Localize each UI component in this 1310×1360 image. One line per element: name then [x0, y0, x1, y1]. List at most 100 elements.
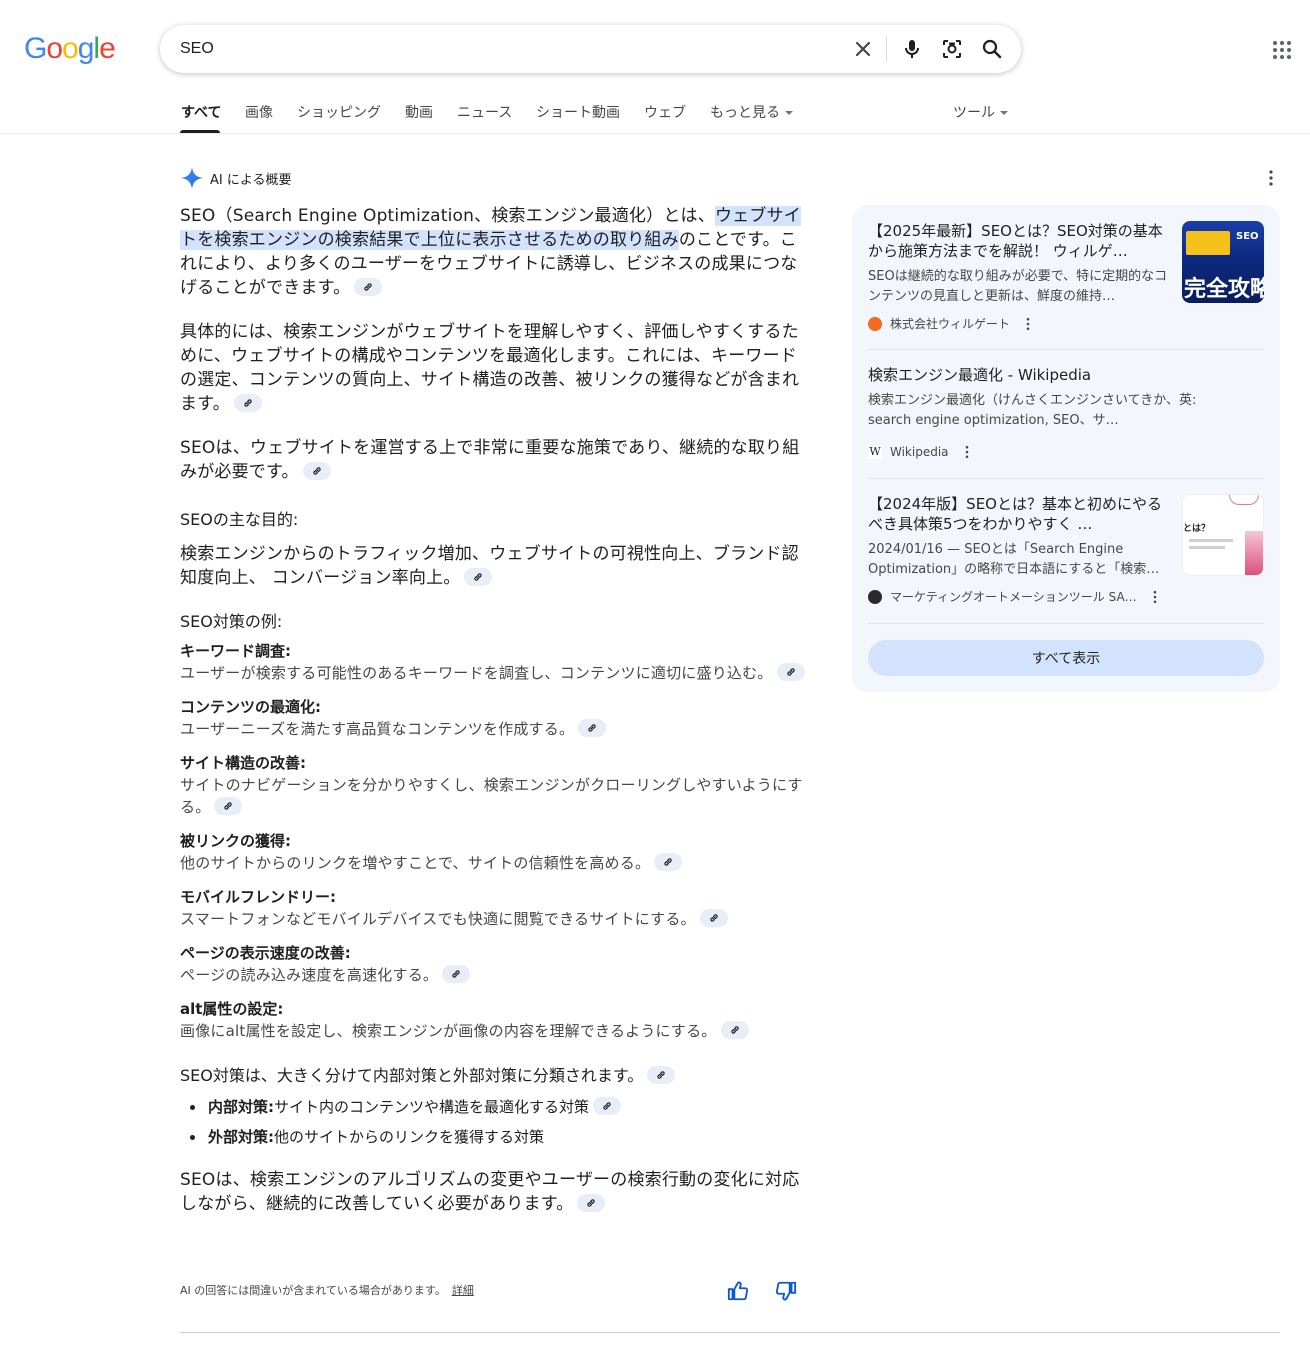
google-logo[interactable]: Google	[24, 32, 116, 66]
source-site[interactable]: 株式会社ウィルゲート	[868, 315, 1036, 332]
search-tabs: すべて 画像 ショッピング 動画 ニュース ショート動画 ウェブ もっと見る ツ…	[0, 90, 1310, 134]
link-icon	[224, 802, 233, 810]
logo-letter: g	[77, 32, 95, 65]
citation-link[interactable]	[464, 568, 493, 586]
section-divider	[180, 1332, 1280, 1333]
text-run: SEOは、ウェブサイトを運営する上で非常に重要な施策であり、継続的な取り組みが必…	[180, 438, 800, 482]
link-icon	[657, 1071, 665, 1079]
tab-more[interactable]: もっと見る	[710, 102, 793, 122]
site-name: Wikipedia	[890, 445, 949, 459]
thumbnail-text: とは？	[1183, 524, 1211, 534]
tab-shopping[interactable]: ショッピング	[297, 102, 381, 122]
tab-news[interactable]: ニュース	[457, 102, 512, 122]
citation-link[interactable]	[699, 909, 728, 927]
source-title[interactable]: 【2024年版】SEOとは？基本と初めにやるべき具体策5つをわかりやすく …	[868, 494, 1168, 534]
citation-link[interactable]	[442, 965, 471, 983]
citation-link[interactable]	[654, 853, 683, 871]
source-title[interactable]: 検索エンジン最適化 - Wikipedia	[868, 365, 1264, 385]
citation-link[interactable]	[647, 1066, 676, 1084]
thumbs-up-icon[interactable]	[727, 1280, 749, 1302]
disclaimer-text: AI の回答には間違いが含まれている場合があります。	[180, 1284, 446, 1297]
more-options-icon[interactable]	[1261, 168, 1281, 188]
citation-link[interactable]	[720, 1021, 749, 1039]
tab-images[interactable]: 画像	[245, 102, 273, 122]
microphone-icon[interactable]	[900, 37, 924, 61]
more-options-icon[interactable]	[959, 444, 975, 460]
citation-link[interactable]	[354, 278, 383, 296]
logo-letter: o	[62, 32, 79, 65]
example-title: 被リンクの獲得:	[180, 832, 291, 850]
text-run: 具体的には、検索エンジンがウェブサイトを理解しやすく、評価しやすくするために、ウ…	[180, 322, 800, 414]
lens-icon[interactable]	[940, 37, 964, 61]
citation-link[interactable]	[578, 719, 607, 737]
citation-link[interactable]	[302, 462, 331, 480]
link-icon	[244, 399, 252, 407]
example-desc: 他のサイトからのリンクを増やすことで、サイトの信頼性を高める。	[180, 852, 812, 874]
thumbnail-line	[1189, 546, 1225, 549]
tab-tools[interactable]: ツール	[953, 102, 1008, 122]
gemini-sparkle-icon	[181, 167, 203, 189]
tab-short-videos[interactable]: ショート動画	[536, 102, 620, 122]
chevron-down-icon	[1000, 111, 1008, 115]
example-title: モバイルフレンドリー:	[180, 888, 336, 906]
example-desc: ページの読み込み速度を高速化する。	[180, 964, 812, 986]
show-all-button[interactable]: すべて表示	[868, 640, 1264, 676]
source-thumbnail[interactable]: SEO 完全攻略	[1182, 221, 1264, 303]
example-item: 被リンクの獲得: 他のサイトからのリンクを増やすことで、サイトの信頼性を高める。	[180, 830, 812, 874]
wikipedia-icon: W	[868, 445, 882, 459]
details-link[interactable]: 詳細	[452, 1284, 474, 1297]
link-icon	[786, 668, 795, 676]
example-item: alt属性の設定: 画像にalt属性を設定し、検索エンジンが画像の内容を理解でき…	[180, 998, 812, 1042]
example-desc: ユーザーニーズを満たす高品質なコンテンツを作成する。	[180, 718, 812, 740]
example-title: キーワード調査:	[180, 642, 291, 660]
citation-link[interactable]	[776, 663, 805, 681]
citation-link[interactable]	[593, 1097, 622, 1115]
split-heading: SEO対策は、大きく分けて内部対策と外部対策に分類されます。	[180, 1064, 812, 1088]
thumbnail-decoration	[1229, 495, 1259, 505]
thumbs-down-icon[interactable]	[775, 1280, 797, 1302]
ai-paragraph: SEOは、検索エンジンのアルゴリズムの変更やユーザーの検索行動の変化に対応しなが…	[180, 1168, 812, 1216]
goals-text: 検索エンジンからのトラフィック増加、ウェブサイトの可視性向上、ブランド認知度向上…	[180, 542, 812, 590]
source-divider	[868, 478, 1264, 479]
ai-disclaimer: AI の回答には間違いが含まれている場合があります。 詳細	[180, 1282, 474, 1298]
source-site[interactable]: マーケティングオートメーションツール SA…	[868, 588, 1163, 605]
citation-link[interactable]	[214, 797, 243, 815]
source-thumbnail[interactable]: とは？	[1182, 494, 1264, 576]
tab-tools-label: ツール	[953, 105, 995, 121]
clear-icon[interactable]	[851, 37, 875, 61]
search-icon[interactable]	[980, 37, 1004, 61]
ai-overview-header: AI による概要	[180, 166, 291, 190]
search-input[interactable]	[180, 37, 820, 61]
example-item: モバイルフレンドリー: スマートフォンなどモバイルデバイスでも快適に閲覧できるサ…	[180, 886, 812, 930]
thumbnail-illustration	[1245, 531, 1263, 575]
more-options-icon[interactable]	[1020, 316, 1036, 332]
more-options-icon[interactable]	[1147, 589, 1163, 605]
logo-letter: G	[24, 32, 47, 65]
example-title: コンテンツの最適化:	[180, 698, 321, 716]
citation-link[interactable]	[233, 394, 262, 412]
source-title[interactable]: 【2025年最新】SEOとは？SEO対策の基本から施策方法までを解説！ ウィルゲ…	[868, 221, 1168, 261]
source-site[interactable]: W Wikipedia	[868, 444, 975, 460]
ai-paragraph: 具体的には、検索エンジンがウェブサイトを理解しやすく、評価しやすくするために、ウ…	[180, 320, 812, 416]
example-desc: 画像にalt属性を設定し、検索エンジンが画像の内容を理解できるようにする。	[180, 1020, 812, 1042]
thumbnail-text: 完全攻略	[1184, 277, 1264, 302]
ai-paragraph: SEO（Search Engine Optimization、検索エンジン最適化…	[180, 204, 812, 300]
chevron-down-icon	[785, 111, 793, 115]
bullet-text: サイト内のコンテンツや構造を最適化する対策	[274, 1098, 590, 1116]
search-box[interactable]	[160, 25, 1021, 73]
apps-grid-icon[interactable]	[1270, 38, 1294, 62]
text-run: 画像にalt属性を設定し、検索エンジンが画像の内容を理解できるようにする。	[180, 1022, 717, 1040]
example-item: サイト構造の改善: サイトのナビゲーションを分かりやすくし、検索エンジンがクロー…	[180, 752, 812, 818]
tab-web[interactable]: ウェブ	[644, 102, 686, 122]
source-divider	[868, 349, 1264, 350]
tab-videos[interactable]: 動画	[405, 102, 433, 122]
search-divider	[886, 36, 887, 62]
citation-link[interactable]	[577, 1194, 606, 1212]
link-icon	[664, 858, 672, 866]
thumbnail-line	[1189, 539, 1233, 542]
site-name: 株式会社ウィルゲート	[890, 317, 1011, 331]
bullet-text: 他のサイトからのリンクを獲得する対策	[274, 1128, 545, 1146]
tab-all[interactable]: すべて	[181, 102, 221, 122]
ai-overview-content: SEO（Search Engine Optimization、検索エンジン最適化…	[180, 204, 812, 1236]
source-card[interactable]: 検索エンジン最適化 - Wikipedia 検索エンジン最適化（けんさくエンジン…	[868, 365, 1264, 431]
